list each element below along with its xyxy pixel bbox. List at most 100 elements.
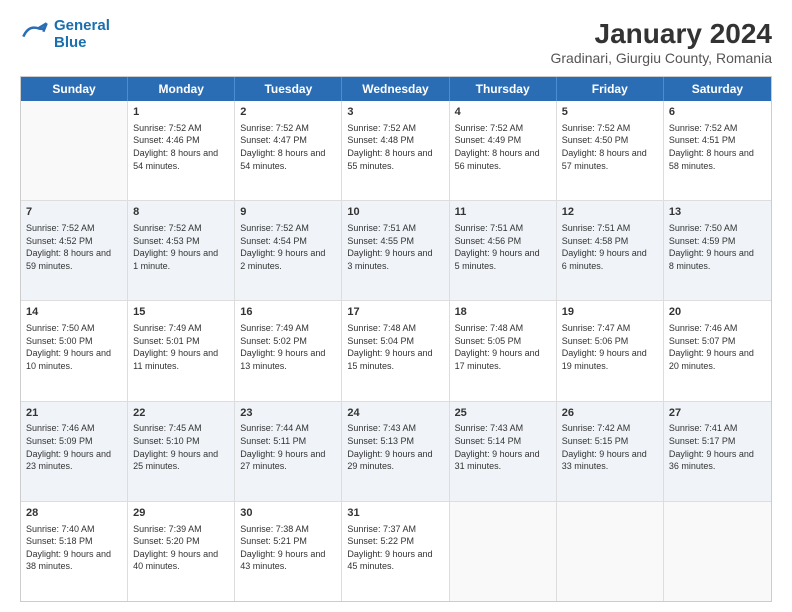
- day-cell-26: 26Sunrise: 7:42 AMSunset: 5:15 PMDayligh…: [557, 402, 664, 501]
- daylight-text-2: 59 minutes.: [26, 260, 122, 273]
- sunset-text: Sunset: 4:50 PM: [562, 134, 658, 147]
- day-cell-17: 17Sunrise: 7:48 AMSunset: 5:04 PMDayligh…: [342, 301, 449, 400]
- day-cell-27: 27Sunrise: 7:41 AMSunset: 5:17 PMDayligh…: [664, 402, 771, 501]
- daylight-text: Daylight: 9 hours and: [26, 548, 122, 561]
- calendar-header: SundayMondayTuesdayWednesdayThursdayFrid…: [21, 77, 771, 101]
- sunset-text: Sunset: 5:06 PM: [562, 335, 658, 348]
- daylight-text-2: 5 minutes.: [455, 260, 551, 273]
- daylight-text: Daylight: 9 hours and: [562, 247, 658, 260]
- daylight-text-2: 56 minutes.: [455, 160, 551, 173]
- day-number: 19: [562, 305, 658, 320]
- daylight-text-2: 20 minutes.: [669, 360, 766, 373]
- sunset-text: Sunset: 4:48 PM: [347, 134, 443, 147]
- header-day-friday: Friday: [557, 77, 664, 101]
- sunrise-text: Sunrise: 7:52 AM: [240, 222, 336, 235]
- daylight-text: Daylight: 9 hours and: [669, 347, 766, 360]
- daylight-text: Daylight: 9 hours and: [240, 548, 336, 561]
- daylight-text-2: 57 minutes.: [562, 160, 658, 173]
- daylight-text: Daylight: 9 hours and: [133, 347, 229, 360]
- sunset-text: Sunset: 5:20 PM: [133, 535, 229, 548]
- logo-text: General Blue: [54, 18, 110, 51]
- day-number: 2: [240, 105, 336, 120]
- sunset-text: Sunset: 4:56 PM: [455, 235, 551, 248]
- daylight-text-2: 29 minutes.: [347, 460, 443, 473]
- sunset-text: Sunset: 4:51 PM: [669, 134, 766, 147]
- daylight-text-2: 13 minutes.: [240, 360, 336, 373]
- daylight-text-2: 19 minutes.: [562, 360, 658, 373]
- day-cell-5: 5Sunrise: 7:52 AMSunset: 4:50 PMDaylight…: [557, 101, 664, 200]
- day-cell-6: 6Sunrise: 7:52 AMSunset: 4:51 PMDaylight…: [664, 101, 771, 200]
- day-number: 24: [347, 406, 443, 421]
- day-cell-23: 23Sunrise: 7:44 AMSunset: 5:11 PMDayligh…: [235, 402, 342, 501]
- day-number: 9: [240, 205, 336, 220]
- daylight-text-2: 2 minutes.: [240, 260, 336, 273]
- sunset-text: Sunset: 5:01 PM: [133, 335, 229, 348]
- calendar-week-4: 21Sunrise: 7:46 AMSunset: 5:09 PMDayligh…: [21, 402, 771, 502]
- day-cell-3: 3Sunrise: 7:52 AMSunset: 4:48 PMDaylight…: [342, 101, 449, 200]
- header-day-wednesday: Wednesday: [342, 77, 449, 101]
- page: General Blue January 2024 Gradinari, Giu…: [0, 0, 792, 612]
- sunset-text: Sunset: 4:53 PM: [133, 235, 229, 248]
- sunset-text: Sunset: 5:15 PM: [562, 435, 658, 448]
- sunrise-text: Sunrise: 7:48 AM: [455, 322, 551, 335]
- day-cell-10: 10Sunrise: 7:51 AMSunset: 4:55 PMDayligh…: [342, 201, 449, 300]
- daylight-text: Daylight: 9 hours and: [347, 548, 443, 561]
- daylight-text: Daylight: 9 hours and: [669, 247, 766, 260]
- daylight-text: Daylight: 9 hours and: [26, 448, 122, 461]
- day-number: 6: [669, 105, 766, 120]
- day-cell-19: 19 Sunrise: 7:47 AMSunset: 5:06 PMDayligh…: [557, 301, 664, 400]
- header: General Blue January 2024 Gradinari, Giu…: [20, 18, 772, 66]
- daylight-text-2: 8 minutes.: [669, 260, 766, 273]
- sunrise-text: Sunrise: 7:42 AM: [562, 422, 658, 435]
- calendar: SundayMondayTuesdayWednesdayThursdayFrid…: [20, 76, 772, 602]
- daylight-text-2: 31 minutes.: [455, 460, 551, 473]
- daylight-text: Daylight: 9 hours and: [562, 347, 658, 360]
- sunrise-text: Sunrise: 7:52 AM: [133, 122, 229, 135]
- day-number: 22: [133, 406, 229, 421]
- day-number: 3: [347, 105, 443, 120]
- sunset-text: Sunset: 4:47 PM: [240, 134, 336, 147]
- sunset-text: Sunset: 4:59 PM: [669, 235, 766, 248]
- logo-line1: General: [54, 17, 110, 34]
- sunrise-text: Sunrise: 7:51 AM: [562, 222, 658, 235]
- empty-cell: [664, 502, 771, 601]
- day-cell-7: 7Sunrise: 7:52 AMSunset: 4:52 PMDaylight…: [21, 201, 128, 300]
- daylight-text-2: 38 minutes.: [26, 560, 122, 573]
- day-number: 12: [562, 205, 658, 220]
- day-number: 23: [240, 406, 336, 421]
- sunrise-text: Sunrise: 7:43 AM: [347, 422, 443, 435]
- day-number: 25: [455, 406, 551, 421]
- daylight-text: Daylight: 9 hours and: [347, 448, 443, 461]
- day-number: 1: [133, 105, 229, 120]
- daylight-text: Daylight: 8 hours and: [240, 147, 336, 160]
- sunset-text: Sunset: 5:22 PM: [347, 535, 443, 548]
- header-day-saturday: Saturday: [664, 77, 771, 101]
- sunrise-text: Sunrise: 7:41 AM: [669, 422, 766, 435]
- day-number: 10: [347, 205, 443, 220]
- logo-icon: [20, 20, 50, 50]
- daylight-text: Daylight: 9 hours and: [133, 247, 229, 260]
- daylight-text-2: 33 minutes.: [562, 460, 658, 473]
- daylight-text-2: 17 minutes.: [455, 360, 551, 373]
- daylight-text: Daylight: 8 hours and: [562, 147, 658, 160]
- day-cell-20: 20Sunrise: 7:46 AMSunset: 5:07 PMDayligh…: [664, 301, 771, 400]
- day-cell-1: 1Sunrise: 7:52 AMSunset: 4:46 PMDaylight…: [128, 101, 235, 200]
- sunrise-text: Sunrise: 7:49 AM: [240, 322, 336, 335]
- sunrise-text: Sunrise: 7:46 AM: [669, 322, 766, 335]
- title-block: January 2024 Gradinari, Giurgiu County, …: [550, 18, 772, 66]
- calendar-week-3: 14Sunrise: 7:50 AMSunset: 5:00 PMDayligh…: [21, 301, 771, 401]
- calendar-week-5: 28Sunrise: 7:40 AMSunset: 5:18 PMDayligh…: [21, 502, 771, 601]
- daylight-text: Daylight: 9 hours and: [455, 448, 551, 461]
- main-title: January 2024: [550, 18, 772, 50]
- day-cell-22: 22Sunrise: 7:45 AMSunset: 5:10 PMDayligh…: [128, 402, 235, 501]
- sunrise-text: Sunrise: 7:47 AM: [562, 322, 658, 335]
- day-number: 14: [26, 305, 122, 320]
- day-number: 7: [26, 205, 122, 220]
- daylight-text: Daylight: 9 hours and: [562, 448, 658, 461]
- daylight-text: Daylight: 8 hours and: [133, 147, 229, 160]
- sunrise-text: Sunrise: 7:40 AM: [26, 523, 122, 536]
- daylight-text-2: 3 minutes.: [347, 260, 443, 273]
- daylight-text-2: 36 minutes.: [669, 460, 766, 473]
- daylight-text: Daylight: 9 hours and: [240, 347, 336, 360]
- sunset-text: Sunset: 4:55 PM: [347, 235, 443, 248]
